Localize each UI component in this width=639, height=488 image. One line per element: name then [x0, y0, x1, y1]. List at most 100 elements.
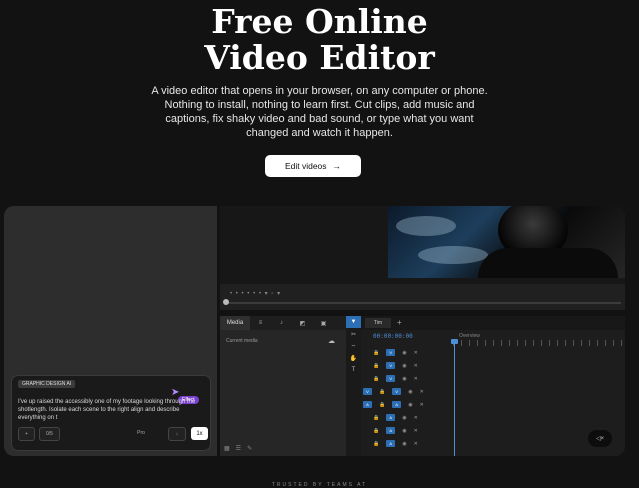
tab-effects-icon[interactable]: ◩	[292, 316, 313, 330]
eye-icon[interactable]: ◉	[402, 350, 406, 356]
media-folder[interactable]: Current media	[226, 338, 258, 344]
tool-strip: ▼ ✂ ⇔ ✋ T	[346, 316, 361, 456]
track-badge[interactable]: V	[386, 362, 396, 369]
mute-icon[interactable]: ✕	[414, 363, 418, 369]
hero-title-line1: Free Online	[211, 2, 428, 41]
scrub-handle[interactable]	[223, 299, 229, 305]
track-header: 🔒 V ◉ ✕	[373, 374, 453, 383]
tab-timeline[interactable]: Tim	[365, 318, 391, 328]
eye-icon[interactable]: ◉	[402, 415, 406, 421]
hero-subtitle: A video editor that opens in your browse…	[100, 84, 539, 140]
grid-icon[interactable]: ▦	[224, 445, 230, 452]
track-header: V 🔒 V ◉ ✕	[363, 387, 443, 396]
lock-icon[interactable]: 🔒	[379, 389, 385, 395]
hero-title: Free Online Video Editor	[0, 4, 639, 76]
edit-videos-label: Edit videos	[284, 161, 327, 171]
track-badge[interactable]: A	[386, 414, 396, 421]
ai-prompt-text[interactable]: I've up raised the accessibly one of my …	[18, 398, 208, 422]
mute-icon[interactable]: ✕	[420, 389, 424, 395]
track-badge[interactable]: A	[386, 440, 396, 447]
media-toolbar: ▦ ☰ ✎	[220, 440, 350, 456]
track-header: 🔒 A ◉ ✕	[373, 426, 453, 435]
mute-icon[interactable]: ✕	[414, 376, 418, 382]
list-icon[interactable]: ☰	[236, 445, 241, 452]
hero-subtitle-line: A video editor that opens in your browse…	[151, 85, 488, 97]
tab-transitions-icon[interactable]: ▣	[313, 316, 334, 330]
media-tabs: Media ≡ ♪ ◩ ▣	[220, 316, 346, 330]
mute-icon[interactable]: ✕	[414, 428, 418, 434]
track-target[interactable]: A	[363, 401, 372, 408]
track-badge[interactable]: A	[386, 427, 396, 434]
mute-icon[interactable]: ✕	[420, 402, 424, 408]
ai-prompt-card: GRAPHIC DESIGN AI ➤ Effect I've up raise…	[11, 375, 211, 451]
tab-audio-icon[interactable]: ♪	[271, 316, 292, 330]
hero-subtitle-line: Nothing to install, nothing to learn fir…	[164, 99, 475, 111]
track-badge[interactable]: V	[386, 375, 396, 382]
track-target[interactable]: V	[363, 388, 372, 395]
astronaut-body	[478, 248, 618, 278]
razor-tool-icon[interactable]: ✂	[346, 328, 361, 340]
media-panel: Media ≡ ♪ ◩ ▣ Current media ☁ ▦ ☰ ✎	[220, 316, 346, 456]
edit-icon[interactable]: ✎	[247, 445, 252, 452]
cloud	[396, 216, 456, 236]
video-preview[interactable]	[388, 206, 625, 278]
lock-icon[interactable]: 🔒	[379, 402, 385, 408]
mute-icon[interactable]: ✕	[414, 441, 418, 447]
eye-icon[interactable]: ◉	[402, 428, 406, 434]
eye-icon[interactable]: ◉	[408, 389, 412, 395]
track-badge[interactable]: V	[392, 388, 402, 395]
select-tool-icon[interactable]: ▼	[346, 316, 361, 328]
track-header: 🔒 A ◉ ✕	[373, 413, 453, 422]
editor-preview: GRAPHIC DESIGN AI ➤ Effect I've up raise…	[4, 206, 625, 456]
lock-icon[interactable]: 🔒	[373, 376, 379, 382]
right-area: • • • • • • ▾ ▫ ▾ Media ≡ ♪ ◩ ▣ Current …	[220, 206, 625, 456]
track-badge[interactable]: A	[392, 401, 402, 408]
tab-text-icon[interactable]: ≡	[250, 316, 271, 330]
track-header: 🔒 V ◉ ✕	[373, 361, 453, 370]
track-header: 🔒 A ◉ ✕	[373, 439, 453, 448]
audio-toggle-button[interactable]: ◁×	[588, 430, 612, 447]
model-select[interactable]: Pro	[130, 427, 152, 439]
ruler-label: Overview	[459, 333, 480, 339]
add-tab-icon[interactable]: +	[397, 318, 402, 327]
eye-icon[interactable]: ◉	[402, 376, 406, 382]
track-badge[interactable]: V	[386, 349, 396, 356]
preview-panel	[220, 206, 625, 284]
time-ruler[interactable]	[453, 340, 623, 346]
playback-scrubber[interactable]: • • • • • • ▾ ▫ ▾	[220, 284, 625, 310]
mute-icon[interactable]: ✕	[414, 350, 418, 356]
eye-icon[interactable]: ◉	[408, 402, 412, 408]
ai-badge: GRAPHIC DESIGN AI	[18, 380, 76, 388]
count-button[interactable]: 0/5	[39, 427, 60, 441]
timeline-panel: Tim + 00:00:00:00 Overview 🔒 V ◉ ✕ 🔒 V ◉ ✕ 🔒 V ◉…	[361, 316, 625, 456]
track-header: A 🔒 A ◉ ✕	[363, 400, 443, 409]
hand-tool-icon[interactable]: ✋	[346, 352, 361, 364]
lock-icon[interactable]: 🔒	[373, 363, 379, 369]
eye-icon[interactable]: ◉	[402, 363, 406, 369]
track-header: 🔒 V ◉ ✕	[373, 348, 453, 357]
slip-tool-icon[interactable]: ⇔	[346, 340, 361, 352]
scrub-controls: • • • • • • ▾ ▫ ▾	[230, 291, 282, 297]
left-panel: GRAPHIC DESIGN AI ➤ Effect I've up raise…	[4, 206, 217, 456]
mute-icon[interactable]: ✕	[414, 415, 418, 421]
hero-subtitle-line: changed and watch it happen.	[246, 127, 393, 139]
tab-media[interactable]: Media	[220, 316, 250, 330]
lock-icon[interactable]: 🔒	[373, 350, 379, 356]
eye-icon[interactable]: ◉	[402, 441, 406, 447]
lock-icon[interactable]: 🔒	[373, 441, 379, 447]
add-button[interactable]: +	[18, 427, 35, 441]
cloud	[418, 246, 488, 264]
lock-icon[interactable]: 🔒	[373, 428, 379, 434]
arrow-right-icon: →	[332, 161, 342, 171]
lock-icon[interactable]: 🔒	[373, 415, 379, 421]
timeline-tabs: Tim +	[361, 316, 625, 330]
scrub-track[interactable]	[224, 302, 621, 304]
timecode[interactable]: 00:00:00:00	[373, 333, 413, 340]
edit-videos-button[interactable]: Edit videos →	[265, 155, 361, 177]
playhead[interactable]	[454, 340, 455, 456]
send-button[interactable]: 1x	[191, 427, 208, 440]
trusted-by-label: TRUSTED BY TEAMS AT	[271, 482, 368, 488]
cloud-icon[interactable]: ☁	[328, 337, 335, 345]
download-button[interactable]: ↓	[168, 427, 186, 441]
text-tool-icon[interactable]: T	[346, 364, 361, 376]
